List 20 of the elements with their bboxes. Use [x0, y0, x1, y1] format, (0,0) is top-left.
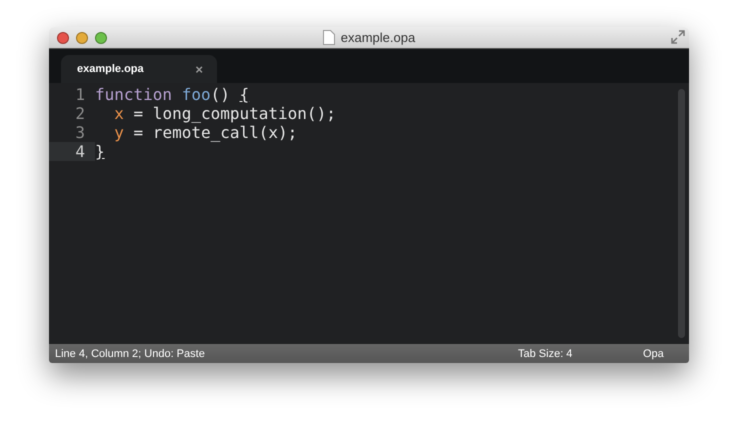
file-tab[interactable]: example.opa × [61, 55, 217, 83]
zoom-button[interactable] [95, 32, 107, 44]
code-line: x = long_computation(); [113, 104, 336, 123]
code-line: y = remote_call(x); [113, 123, 298, 142]
minimize-button[interactable] [76, 32, 88, 44]
line-number: 2 [74, 104, 86, 123]
code-line: function foo() { [95, 85, 250, 104]
line-number: 1 [74, 85, 86, 104]
scrollbar[interactable] [678, 89, 685, 338]
cursor-position: Line 4, Column 2; Undo: Paste [55, 348, 206, 360]
line-number: 4 [49, 142, 95, 161]
document-icon [322, 30, 335, 45]
line-number: 3 [74, 123, 86, 142]
tab-size[interactable]: Tab Size: 4 [518, 348, 643, 360]
window-title: example.opa [340, 30, 416, 45]
close-tab-button[interactable]: × [195, 62, 203, 76]
syntax-mode[interactable]: Opa [643, 348, 683, 360]
code-line: } [95, 142, 105, 161]
fullscreen-icon[interactable] [671, 30, 685, 44]
close-window-button[interactable] [57, 32, 69, 44]
